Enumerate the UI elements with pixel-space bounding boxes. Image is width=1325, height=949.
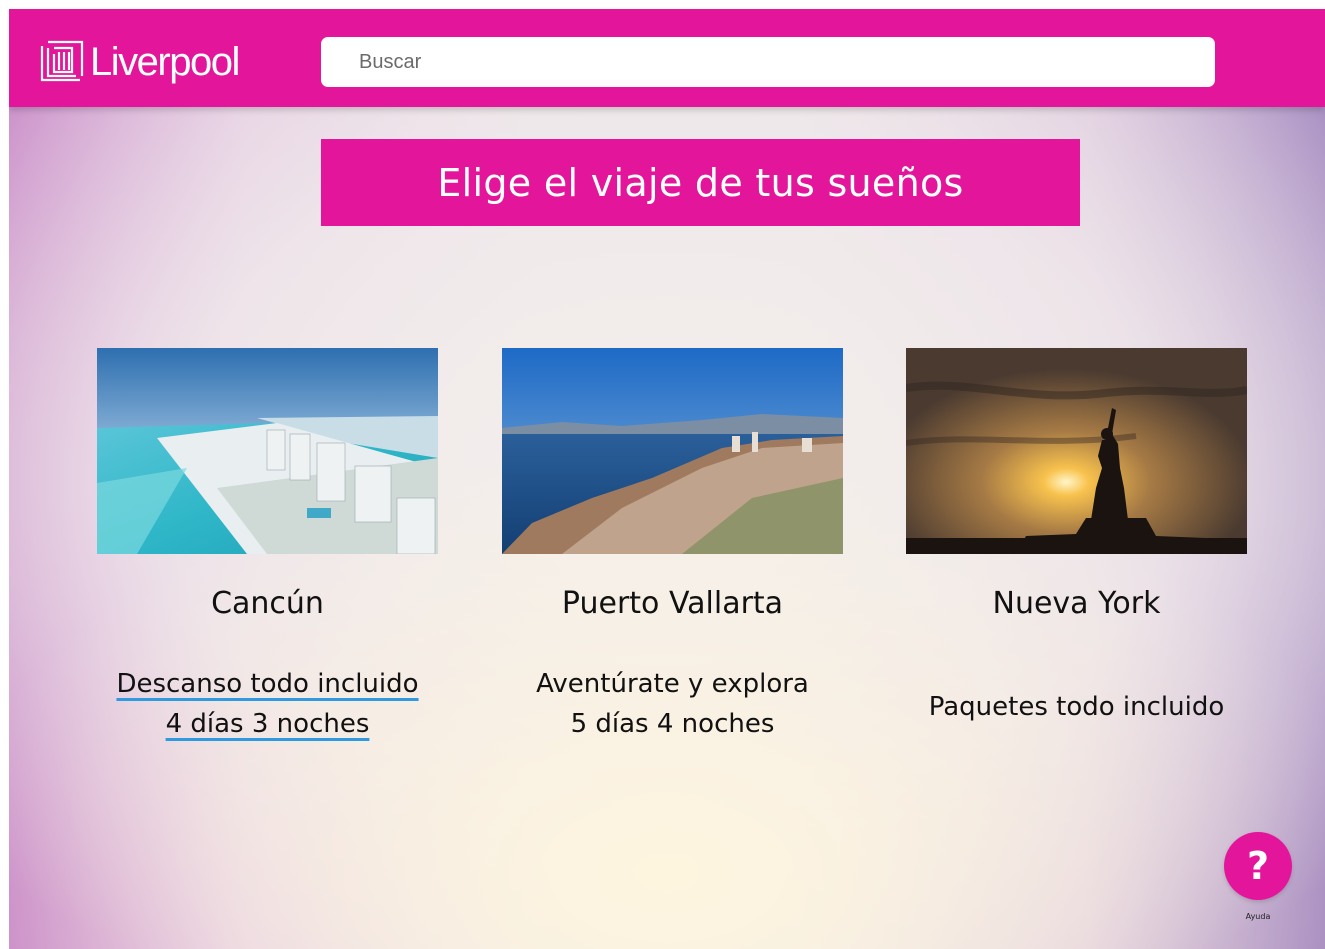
destination-line: 5 días 4 noches: [570, 709, 775, 739]
help-label: Ayuda: [1245, 912, 1271, 921]
page-banner: Elige el viaje de tus sueños: [321, 139, 1080, 226]
destination-line: Aventúrate y explora: [536, 669, 809, 699]
search-input[interactable]: [321, 37, 1215, 87]
destination-name: Nueva York: [992, 586, 1161, 621]
destination-card-cancun[interactable]: Cancún Descanso todo incluido 4 días 3 n…: [97, 348, 438, 739]
page-title: Elige el viaje de tus sueños: [437, 160, 964, 205]
nueva-york-photo[interactable]: [906, 348, 1247, 554]
destination-description: Aventúrate y explora 5 días 4 noches: [462, 664, 883, 744]
destination-link-line[interactable]: 4 días 3 noches: [166, 709, 370, 739]
cancun-photo[interactable]: [97, 348, 438, 554]
app-frame: Liverpool Elige el viaje de tus sueños: [9, 9, 1325, 949]
liverpool-logo[interactable]: Liverpool: [40, 37, 240, 87]
top-header: Liverpool: [9, 9, 1325, 107]
destination-name: Puerto Vallarta: [561, 586, 784, 621]
logo-text: Liverpool: [90, 40, 240, 84]
puerto-vallarta-photo[interactable]: [502, 348, 843, 554]
destination-name: Cancún: [211, 586, 324, 621]
help-button[interactable]: ?: [1224, 832, 1292, 900]
liverpool-logo-icon: [40, 40, 84, 82]
question-mark-icon: ?: [1246, 844, 1270, 888]
destination-link-line[interactable]: Descanso todo incluido: [116, 669, 418, 699]
destination-card-puerto-vallarta[interactable]: Puerto Vallarta Aventúrate y explora 5 d…: [502, 348, 843, 739]
destination-line: Paquetes todo incluido: [928, 692, 1225, 722]
destination-description[interactable]: Descanso todo incluido 4 días 3 noches: [57, 664, 478, 744]
destination-card-nueva-york[interactable]: Nueva York Paquetes todo incluido: [906, 348, 1247, 722]
destination-description: Paquetes todo incluido: [866, 687, 1287, 727]
